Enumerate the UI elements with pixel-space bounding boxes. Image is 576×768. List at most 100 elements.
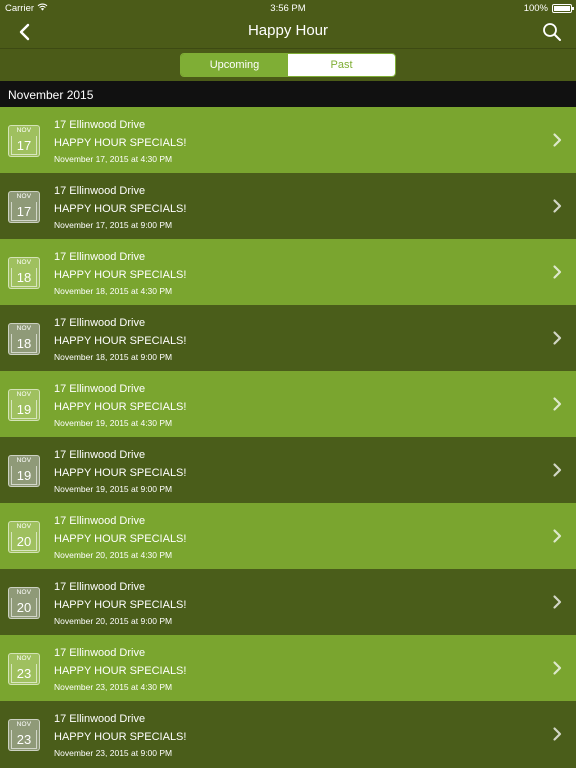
event-location: 17 Ellinwood Drive xyxy=(54,317,146,329)
event-text: 17 Ellinwood Drive HAPPY HOUR SPECIALS! No… xyxy=(54,250,186,298)
event-datetime: November 23, 2015 at 4:30 PM xyxy=(54,682,173,692)
event-text: 17 Ellinwood Drive HAPPY HOUR SPECIALS! No… xyxy=(54,580,186,628)
calendar-date-icon: NOV 19 xyxy=(8,389,40,421)
event-location: 17 Ellinwood Drive xyxy=(54,119,146,131)
event-row[interactable]: NOV 20 17 Ellinwood Drive HAPPY HOUR SPECIA… xyxy=(0,569,576,635)
event-row[interactable]: NOV 20 17 Ellinwood Drive HAPPY HOUR SPECIA… xyxy=(0,503,576,569)
status-right: 100% xyxy=(523,3,574,14)
event-text: 17 Ellinwood Drive HAPPY HOUR SPECIALS! No… xyxy=(54,646,186,694)
event-text: 17 Ellinwood Drive HAPPY HOUR SPECIALS! No… xyxy=(54,514,186,562)
calendar-month: NOV xyxy=(16,457,32,464)
event-row[interactable]: NOV 23 17 Ellinwood Drive HAPPY HOUR SPECIA… xyxy=(0,701,576,767)
chevron-right-icon xyxy=(553,199,562,213)
chevron-right-icon xyxy=(553,463,562,477)
event-row[interactable]: NOV 19 17 Ellinwood Drive HAPPY HOUR SPECIA… xyxy=(0,371,576,437)
event-datetime: November 23, 2015 at 9:00 PM xyxy=(54,748,173,758)
calendar-date-icon: NOV 23 xyxy=(8,653,40,685)
calendar-day: 17 xyxy=(11,136,37,155)
event-datetime: November 18, 2015 at 4:30 PM xyxy=(54,286,173,296)
event-title: HAPPY HOUR SPECIALS! xyxy=(54,599,187,611)
event-title: HAPPY HOUR SPECIALS! xyxy=(54,269,187,281)
calendar-day: 17 xyxy=(11,202,37,221)
event-text: 17 Ellinwood Drive HAPPY HOUR SPECIALS! No… xyxy=(54,316,186,364)
segment-bar: Upcoming Past xyxy=(0,48,576,81)
event-datetime: November 18, 2015 at 9:00 PM xyxy=(54,352,173,362)
event-datetime: November 19, 2015 at 9:00 PM xyxy=(54,484,173,494)
chevron-right-icon xyxy=(553,265,562,279)
event-row[interactable]: NOV 17 17 Ellinwood Drive HAPPY HOUR SPECIA… xyxy=(0,173,576,239)
event-datetime: November 20, 2015 at 9:00 PM xyxy=(54,616,173,626)
calendar-date-icon: NOV 23 xyxy=(8,719,40,751)
calendar-day: 23 xyxy=(11,730,37,749)
event-row[interactable]: NOV 19 17 Ellinwood Drive HAPPY HOUR SPECIA… xyxy=(0,437,576,503)
event-row[interactable]: NOV 18 17 Ellinwood Drive HAPPY HOUR SPECIA… xyxy=(0,305,576,371)
calendar-day: 20 xyxy=(11,598,37,617)
event-location: 17 Ellinwood Drive xyxy=(54,383,146,395)
chevron-right-icon xyxy=(553,529,562,543)
calendar-day: 23 xyxy=(11,664,37,683)
calendar-month: NOV xyxy=(16,721,32,728)
search-button[interactable] xyxy=(540,20,564,44)
chevron-right-icon xyxy=(553,595,562,609)
back-button[interactable] xyxy=(12,20,36,44)
event-list: NOV 17 17 Ellinwood Drive HAPPY HOUR SPECIA… xyxy=(0,107,576,767)
calendar-day: 19 xyxy=(11,466,37,485)
calendar-month: NOV xyxy=(16,259,32,266)
event-row[interactable]: NOV 23 17 Ellinwood Drive HAPPY HOUR SPECIA… xyxy=(0,635,576,701)
event-title: HAPPY HOUR SPECIALS! xyxy=(54,533,187,545)
page-title: Happy Hour xyxy=(247,22,329,39)
calendar-month: NOV xyxy=(16,523,32,530)
event-datetime: November 19, 2015 at 4:30 PM xyxy=(54,418,173,428)
search-icon xyxy=(543,23,561,41)
event-title: HAPPY HOUR SPECIALS! xyxy=(54,665,187,677)
segment-upcoming[interactable]: Upcoming xyxy=(181,54,288,76)
event-datetime: November 20, 2015 at 4:30 PM xyxy=(54,550,173,560)
segment-past[interactable]: Past xyxy=(288,54,395,76)
event-text: 17 Ellinwood Drive HAPPY HOUR SPECIALS! No… xyxy=(54,184,186,232)
event-location: 17 Ellinwood Drive xyxy=(54,449,146,461)
event-title: HAPPY HOUR SPECIALS! xyxy=(54,137,187,149)
event-datetime: November 17, 2015 at 9:00 PM xyxy=(54,220,173,230)
event-datetime: November 17, 2015 at 4:30 PM xyxy=(54,154,173,164)
chevron-right-icon xyxy=(553,397,562,411)
calendar-month: NOV xyxy=(16,589,32,596)
calendar-date-icon: NOV 19 xyxy=(8,455,40,487)
event-location: 17 Ellinwood Drive xyxy=(54,251,146,263)
event-title: HAPPY HOUR SPECIALS! xyxy=(54,335,187,347)
section-header: November 2015 xyxy=(0,81,576,107)
battery-percent: 100% xyxy=(523,3,548,14)
calendar-date-icon: NOV 20 xyxy=(8,587,40,619)
event-row[interactable]: NOV 18 17 Ellinwood Drive HAPPY HOUR SPECIA… xyxy=(0,239,576,305)
calendar-date-icon: NOV 17 xyxy=(8,191,40,223)
event-location: 17 Ellinwood Drive xyxy=(54,647,146,659)
chevron-left-icon xyxy=(19,23,30,41)
event-text: 17 Ellinwood Drive HAPPY HOUR SPECIALS! No… xyxy=(54,448,186,496)
event-text: 17 Ellinwood Drive HAPPY HOUR SPECIALS! No… xyxy=(54,382,186,430)
event-text: 17 Ellinwood Drive HAPPY HOUR SPECIALS! No… xyxy=(54,118,186,166)
event-text: 17 Ellinwood Drive HAPPY HOUR SPECIALS! No… xyxy=(54,712,186,760)
segmented-control: Upcoming Past xyxy=(180,53,396,77)
event-title: HAPPY HOUR SPECIALS! xyxy=(54,401,187,413)
calendar-day: 20 xyxy=(11,532,37,551)
calendar-day: 18 xyxy=(11,334,37,353)
calendar-day: 18 xyxy=(11,268,37,287)
event-location: 17 Ellinwood Drive xyxy=(54,581,146,593)
calendar-day: 19 xyxy=(11,400,37,419)
chevron-right-icon xyxy=(553,727,562,741)
calendar-date-icon: NOV 18 xyxy=(8,323,40,355)
status-bar: Carrier 3:56 PM 100% xyxy=(0,0,576,16)
event-row[interactable]: NOV 17 17 Ellinwood Drive HAPPY HOUR SPECIA… xyxy=(0,107,576,173)
status-time: 3:56 PM xyxy=(270,3,306,14)
calendar-month: NOV xyxy=(16,655,32,662)
event-location: 17 Ellinwood Drive xyxy=(54,515,146,527)
calendar-month: NOV xyxy=(16,325,32,332)
event-location: 17 Ellinwood Drive xyxy=(54,713,146,725)
chevron-right-icon xyxy=(553,661,562,675)
event-title: HAPPY HOUR SPECIALS! xyxy=(54,203,187,215)
calendar-date-icon: NOV 20 xyxy=(8,521,40,553)
calendar-month: NOV xyxy=(16,391,32,398)
event-title: HAPPY HOUR SPECIALS! xyxy=(54,467,187,479)
chevron-right-icon xyxy=(553,133,562,147)
calendar-date-icon: NOV 18 xyxy=(8,257,40,289)
event-title: HAPPY HOUR SPECIALS! xyxy=(54,731,187,743)
